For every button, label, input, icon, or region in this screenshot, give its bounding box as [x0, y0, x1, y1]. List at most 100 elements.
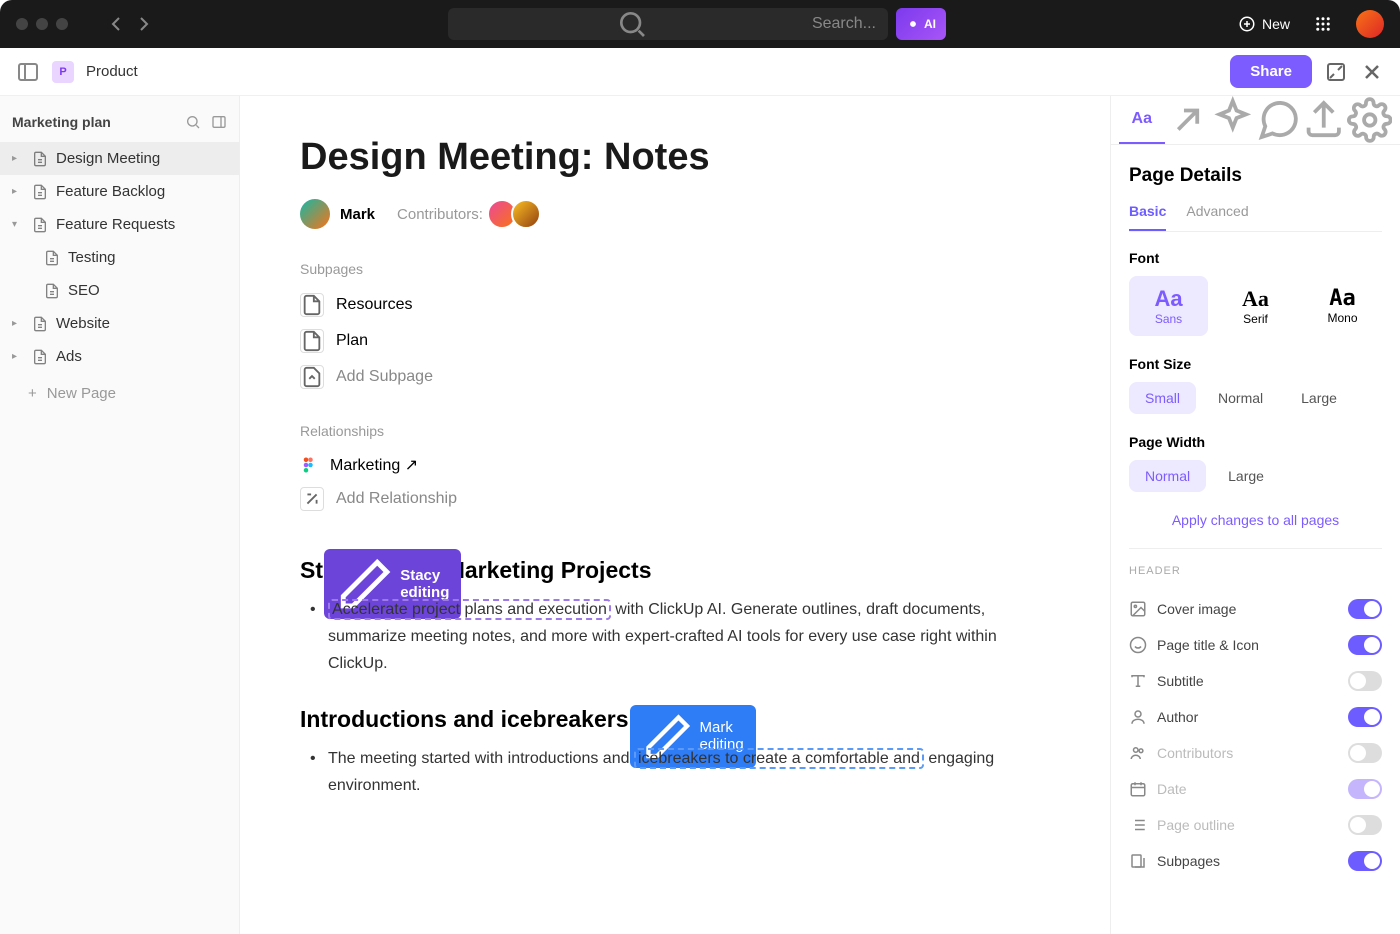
sidebar-item-seo[interactable]: SEO — [0, 274, 239, 307]
sidebar-item-testing[interactable]: Testing — [0, 241, 239, 274]
bullet-text[interactable]: The meeting started with introductions a… — [320, 745, 1050, 799]
font-mono[interactable]: AaMono — [1303, 276, 1382, 336]
window-controls[interactable] — [16, 18, 68, 30]
subpage-plan[interactable]: Plan — [300, 323, 1050, 359]
contributor-avatars[interactable] — [493, 199, 541, 229]
relationships-label: Relationships — [300, 423, 1050, 439]
size-large[interactable]: Large — [1285, 382, 1353, 414]
sparkle-icon — [906, 12, 920, 36]
page-title[interactable]: Design Meeting: Notes — [300, 136, 1050, 179]
width-label: Page Width — [1129, 434, 1382, 450]
author-row: Mark Contributors: — [300, 199, 1050, 229]
tab-ai[interactable] — [1210, 96, 1256, 144]
pages-icon — [1129, 852, 1147, 870]
back-button[interactable] — [104, 12, 128, 36]
width-large[interactable]: Large — [1212, 460, 1280, 492]
close-icon[interactable] — [1360, 60, 1384, 84]
tab-settings[interactable] — [1347, 96, 1393, 144]
bullet-text[interactable]: Accelerate project plans and execution w… — [320, 596, 1050, 678]
doc-icon — [32, 217, 48, 233]
toggle-switch[interactable] — [1348, 671, 1382, 691]
sidebar-item-label: Ads — [56, 348, 82, 365]
expand-icon[interactable] — [1324, 60, 1348, 84]
toggle-switch[interactable] — [1348, 707, 1382, 727]
new-page-button[interactable]: + New Page — [0, 373, 239, 414]
details-panel: Aa Page Details Basic Advanced Font AaSa… — [1110, 96, 1400, 934]
toggle-switch[interactable] — [1348, 815, 1382, 835]
toggle-date: Date — [1129, 771, 1382, 807]
smile-icon — [1129, 636, 1147, 654]
toggle-switch[interactable] — [1348, 635, 1382, 655]
subpage-resources[interactable]: Resources — [300, 287, 1050, 323]
workspace-name[interactable]: Product — [86, 63, 138, 80]
toggle-switch[interactable] — [1348, 743, 1382, 763]
sidebar-item-label: SEO — [68, 282, 100, 299]
contributors-label: Contributors: — [397, 206, 483, 223]
toggle-cover-image: Cover image — [1129, 591, 1382, 627]
toggle-author: Author — [1129, 699, 1382, 735]
font-serif[interactable]: AaSerif — [1216, 276, 1295, 336]
toggle-switch[interactable] — [1348, 599, 1382, 619]
sidebar-item-label: Design Meeting — [56, 150, 160, 167]
ai-button[interactable]: AI — [896, 8, 946, 40]
tab-share[interactable] — [1301, 96, 1347, 144]
main-content: Design Meeting: Notes Mark Contributors:… — [240, 96, 1110, 934]
text-icon — [1129, 672, 1147, 690]
search-input[interactable]: Search... — [448, 8, 888, 40]
sidebar-item-label: Feature Requests — [56, 216, 175, 233]
sidebar-item-feature-requests[interactable]: ▾ Feature Requests — [0, 208, 239, 241]
tab-typography[interactable]: Aa — [1119, 96, 1165, 144]
subpages-label: Subpages — [300, 261, 1050, 277]
apply-all-link[interactable]: Apply changes to all pages — [1129, 512, 1382, 528]
list-icon — [1129, 816, 1147, 834]
sidebar-toggle-icon[interactable] — [16, 60, 40, 84]
search-placeholder: Search... — [812, 15, 876, 33]
link-icon — [301, 488, 323, 510]
toggle-outline: Page outline — [1129, 807, 1382, 843]
relationship-marketing[interactable]: Marketing ↗ — [300, 449, 1050, 481]
author-avatar[interactable] — [300, 199, 330, 229]
sidebar: Marketing plan ▸ Design Meeting ▸ Featur… — [0, 96, 240, 934]
tab-comments[interactable] — [1256, 96, 1302, 144]
toggle-subpages: Subpages — [1129, 843, 1382, 879]
highlighted-text: Accelerate project plans and execution — [328, 599, 611, 620]
doc-icon — [301, 330, 323, 352]
toggle-switch[interactable] — [1348, 779, 1382, 799]
doc-icon — [32, 316, 48, 332]
sidebar-item-label: Feature Backlog — [56, 183, 165, 200]
doc-icon — [44, 283, 60, 299]
user-avatar[interactable] — [1356, 10, 1384, 38]
add-subpage-button[interactable]: Add Subpage — [300, 359, 1050, 395]
window-titlebar: Search... AI New — [0, 0, 1400, 48]
highlighted-text: icebreakers to create a comfortable and — [634, 748, 924, 769]
tab-basic[interactable]: Basic — [1129, 203, 1166, 231]
width-normal[interactable]: Normal — [1129, 460, 1206, 492]
share-button[interactable]: Share — [1230, 55, 1312, 88]
sidebar-item-feature-backlog[interactable]: ▸ Feature Backlog — [0, 175, 239, 208]
add-relationship-button[interactable]: Add Relationship — [300, 481, 1050, 517]
doc-icon — [44, 250, 60, 266]
size-small[interactable]: Small — [1129, 382, 1196, 414]
tab-advanced[interactable]: Advanced — [1186, 203, 1248, 231]
search-icon[interactable] — [185, 114, 201, 130]
workspace-bar: P Product Share — [0, 48, 1400, 96]
size-normal[interactable]: Normal — [1202, 382, 1279, 414]
user-icon — [1129, 708, 1147, 726]
forward-button[interactable] — [132, 12, 156, 36]
doc-icon — [32, 151, 48, 167]
sidebar-title: Marketing plan — [12, 114, 185, 130]
sidebar-item-website[interactable]: ▸ Website — [0, 307, 239, 340]
panel-icon[interactable] — [211, 114, 227, 130]
tab-relations[interactable] — [1165, 96, 1211, 144]
apps-grid-icon[interactable] — [1314, 15, 1332, 33]
toggle-page-title: Page title & Icon — [1129, 627, 1382, 663]
workspace-badge: P — [52, 61, 74, 83]
panel-icon-tabs: Aa — [1111, 96, 1400, 145]
font-sans[interactable]: AaSans — [1129, 276, 1208, 336]
new-button[interactable]: New — [1238, 15, 1290, 33]
sidebar-item-label: Website — [56, 315, 110, 332]
section-heading[interactable]: StrStreamlining Marketing Projects Stacy… — [300, 557, 1050, 584]
sidebar-item-design-meeting[interactable]: ▸ Design Meeting — [0, 142, 239, 175]
toggle-switch[interactable] — [1348, 851, 1382, 871]
sidebar-item-ads[interactable]: ▸ Ads — [0, 340, 239, 373]
